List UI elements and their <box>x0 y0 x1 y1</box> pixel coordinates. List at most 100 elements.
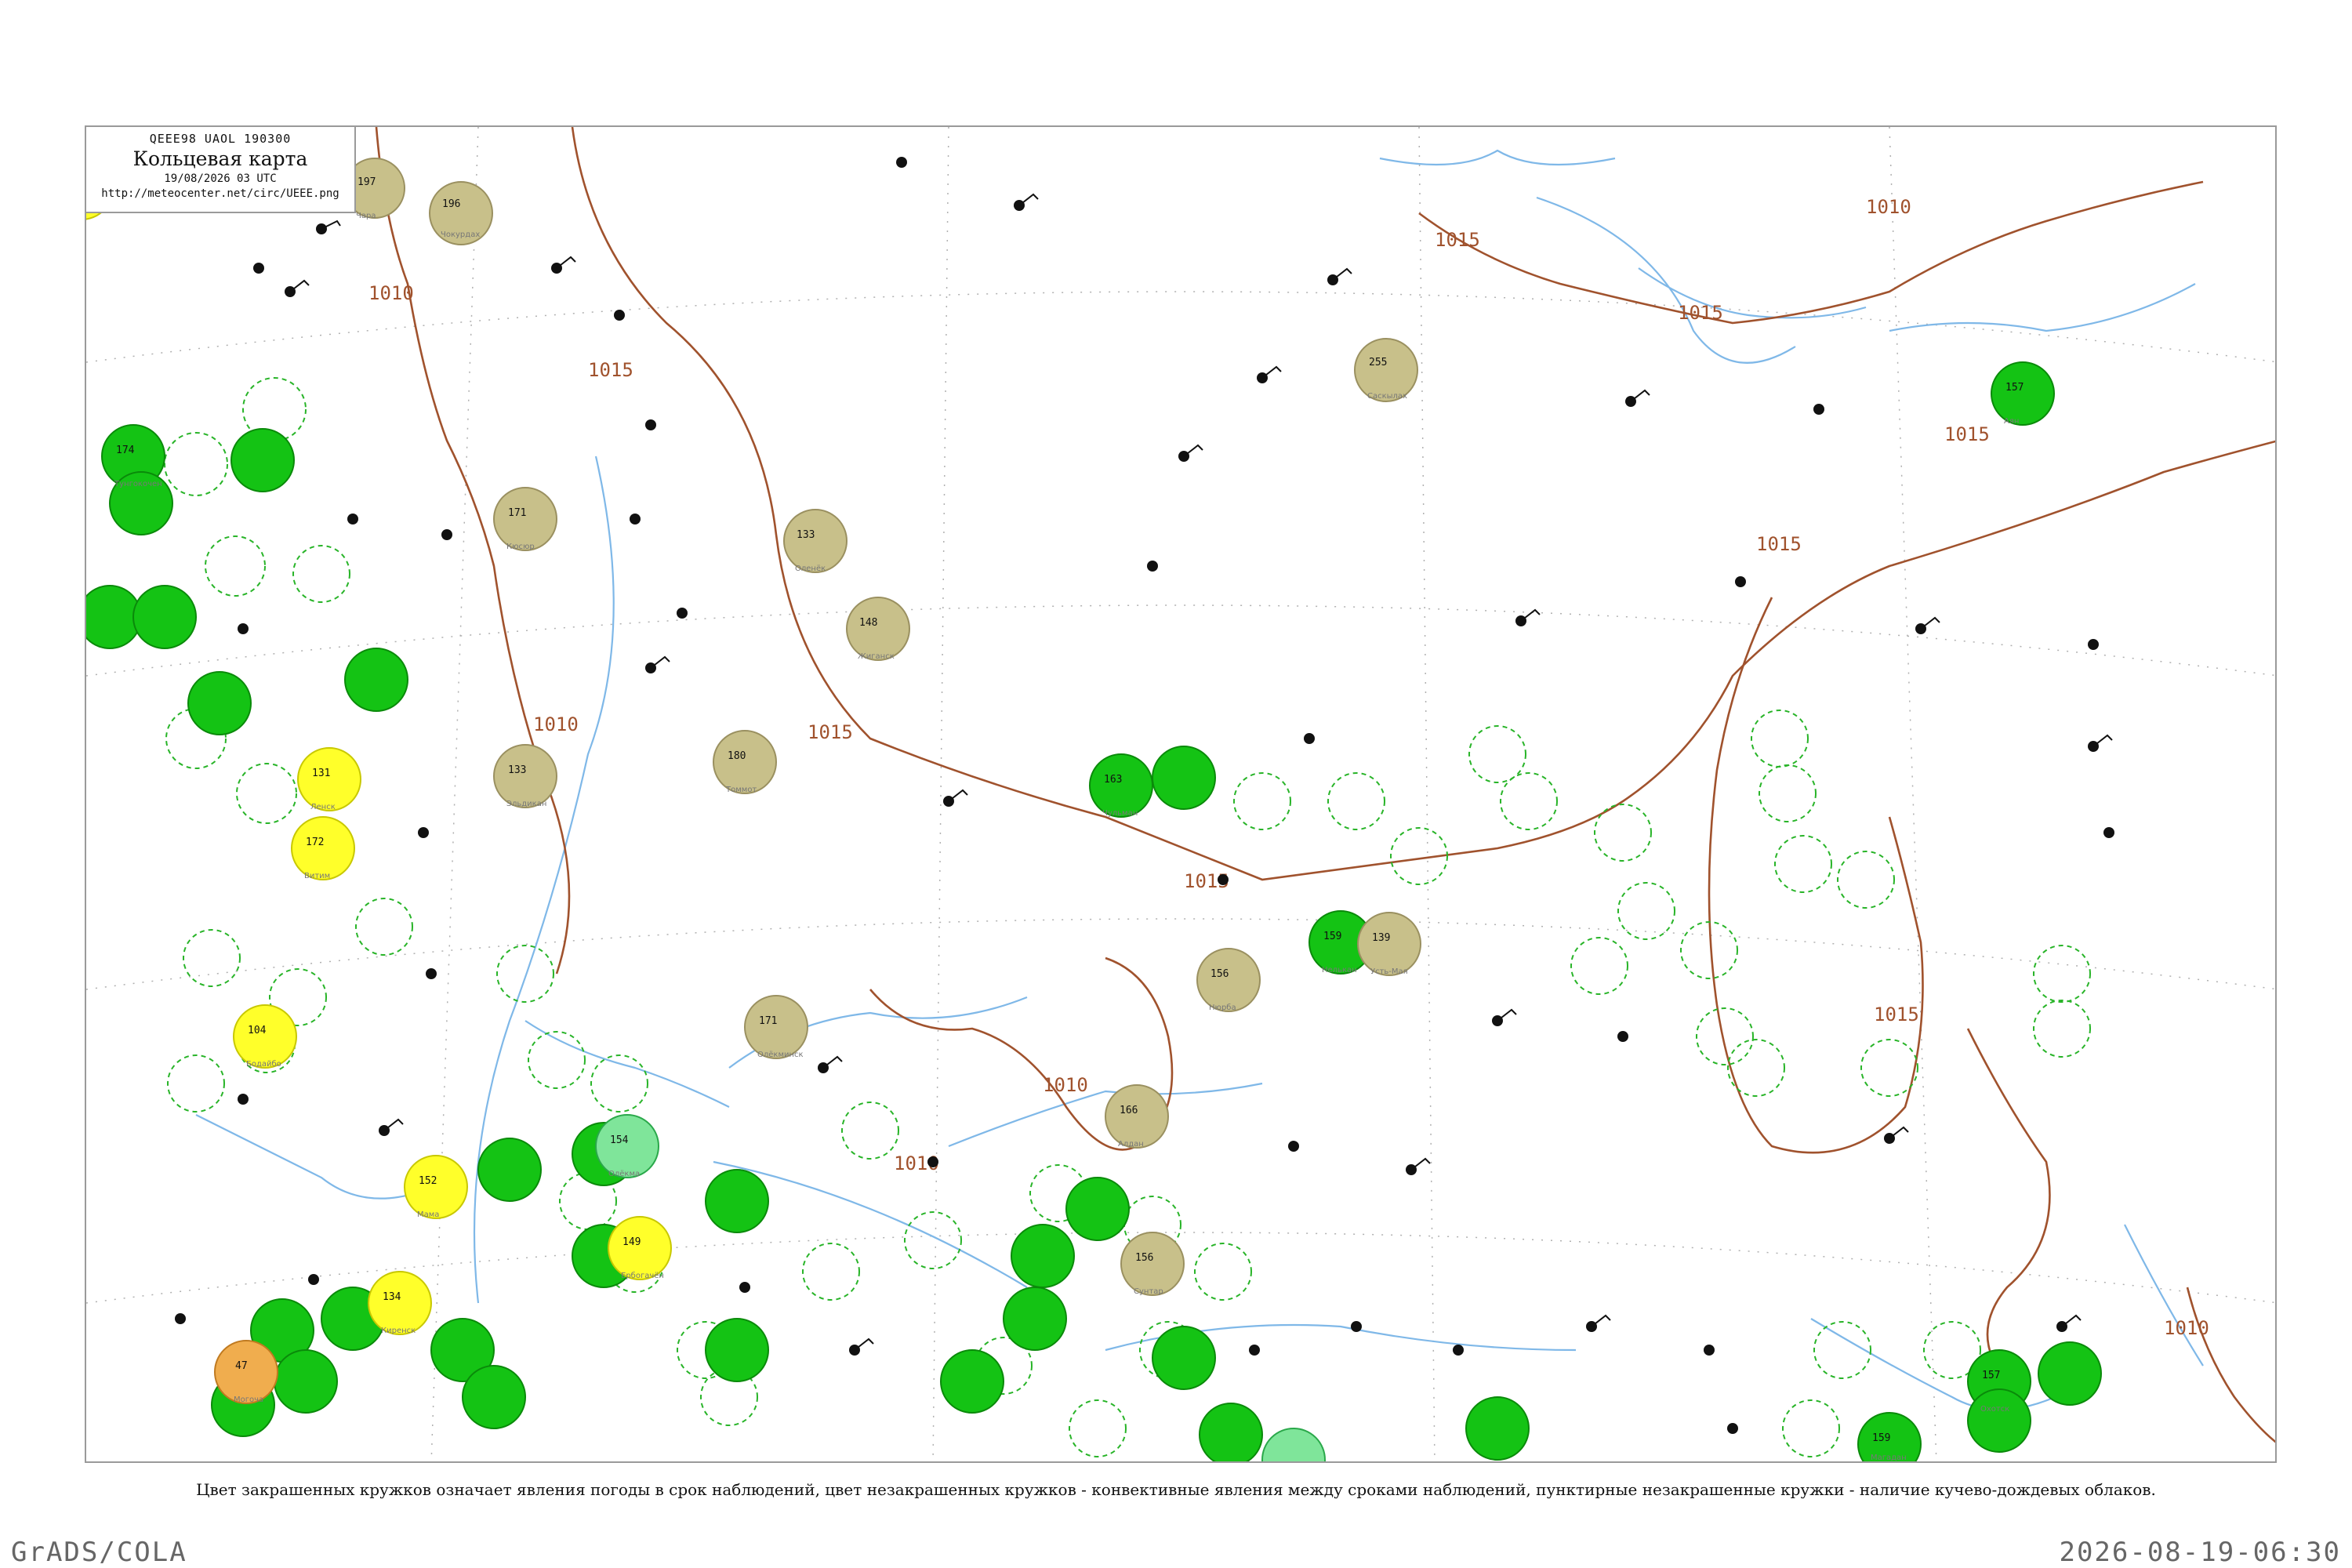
weather-circle-rain <box>1967 1388 2031 1453</box>
weather-circle-smoke <box>214 1340 278 1404</box>
station-value: 133 <box>797 529 815 541</box>
weather-circle-rain <box>940 1349 1004 1414</box>
weather-circle-fog <box>291 816 355 880</box>
station-value: 149 <box>622 1236 641 1248</box>
footer-software-credit: GrADS/COLA <box>11 1537 187 1568</box>
station-name: Алдан <box>1118 1140 1144 1149</box>
station-name: Нюрба <box>1209 1004 1236 1012</box>
map-source-url: http://meteocenter.net/circ/UEEE.png <box>101 187 339 200</box>
station-circles-smoke <box>214 1340 278 1404</box>
station-name: Олёкма <box>608 1170 640 1178</box>
station-value: 133 <box>508 764 526 776</box>
weather-circle-rain <box>1003 1287 1067 1351</box>
weather-circle-rain <box>1089 753 1153 818</box>
isobar-label: 1015 <box>1435 229 1480 251</box>
station-value: 163 <box>1104 774 1122 786</box>
station-circles-haze <box>344 158 1421 1296</box>
station-value: 134 <box>383 1291 401 1303</box>
isobar-1010-se <box>2186 1287 2275 1443</box>
station-name: Оленёк <box>795 564 826 573</box>
weather-circle-rain <box>477 1138 542 1202</box>
map-frame: 1010 1015 1015 1015 1015 1015 1015 1015 … <box>85 125 2277 1463</box>
weather-circle-haze <box>783 509 848 573</box>
isobar-label: 1015 <box>1678 302 1723 324</box>
weather-circle-rain <box>1199 1403 1263 1461</box>
station-name: Тунгокочен <box>114 480 162 488</box>
map-title: Кольцевая карта <box>132 147 308 170</box>
isobar-1015-se <box>1966 1028 2051 1382</box>
station-value: 148 <box>859 617 877 629</box>
weather-circle-fog <box>608 1216 672 1280</box>
station-name: Аян <box>2004 417 2019 426</box>
station-name: Саскылах <box>1367 392 1407 401</box>
weather-circle-haze <box>493 487 557 551</box>
station-name: Охотск <box>1980 1405 2009 1414</box>
station-name: Чульман <box>1102 809 1138 818</box>
station-value: 104 <box>248 1025 267 1036</box>
weather-circle-haze <box>846 597 910 661</box>
station-value: 172 <box>306 837 324 848</box>
station-name: Чокурдах <box>441 230 480 239</box>
weather-circle-rain <box>462 1365 526 1429</box>
isobar-label: 1015 <box>808 721 853 743</box>
isobar-label: 1015 <box>1874 1004 1919 1025</box>
isobar-label: 1015 <box>588 359 633 381</box>
isobar-label: 1010 <box>368 282 414 304</box>
station-value: 156 <box>1210 968 1229 980</box>
weather-circle-fog <box>404 1155 468 1219</box>
station-value: 156 <box>1135 1252 1153 1264</box>
station-name: Олёкминск <box>757 1051 804 1059</box>
isobar-label: 1010 <box>1866 196 1911 218</box>
station-value: 197 <box>358 176 376 188</box>
weather-circle-haze <box>493 744 557 808</box>
map-legend-caption: Цвет закрашенных кружков означает явлени… <box>196 1480 2156 1499</box>
weather-circle-haze <box>1357 912 1421 976</box>
station-name: Кюсюр <box>506 543 535 551</box>
isobar-1010-west <box>375 127 571 975</box>
isobar-label: 1010 <box>1043 1074 1088 1096</box>
weather-circle-haze <box>1105 1084 1169 1149</box>
isobar-1015-north <box>571 127 2275 881</box>
station-value: 131 <box>312 768 330 779</box>
weather-circle-rain <box>230 428 295 492</box>
station-name: Жиганск <box>858 652 895 661</box>
weather-circle-haze <box>1196 948 1261 1012</box>
station-value: 171 <box>508 507 526 519</box>
weather-circle-drizzle <box>595 1114 659 1178</box>
station-value: 171 <box>759 1015 777 1027</box>
station-name: Бодайбо <box>246 1060 281 1069</box>
station-name: Сунтар <box>1134 1287 1163 1296</box>
weather-circle-fog <box>297 747 361 811</box>
isobar-label: 1015 <box>1756 533 1802 555</box>
station-name: Киренск <box>381 1327 416 1335</box>
station-name: Ербогачён <box>621 1272 664 1280</box>
map-info-box: QEEE98 UAOL 190300 Кольцевая карта 19/08… <box>85 125 356 213</box>
station-value: 180 <box>728 750 746 762</box>
station-value: 159 <box>1872 1432 1890 1444</box>
weather-circle-haze <box>1120 1232 1185 1296</box>
weather-circle-rain <box>1991 361 2055 426</box>
station-value: 139 <box>1372 932 1390 944</box>
station-name: Ленск <box>310 803 336 811</box>
weather-circle-rain <box>274 1349 338 1414</box>
isobar-label: 1010 <box>533 713 579 735</box>
station-value: 159 <box>1323 931 1341 942</box>
station-name: Мама <box>417 1210 439 1219</box>
weather-circle-rain <box>132 585 197 649</box>
weather-circle-fog <box>233 1004 297 1069</box>
weather-circle-rain <box>1152 1326 1216 1390</box>
station-value: 255 <box>1369 357 1387 368</box>
station-value: 47 <box>235 1360 248 1372</box>
station-value: 157 <box>2005 382 2024 394</box>
weather-circle-rain <box>1152 746 1216 810</box>
isobar-label: 1015 <box>1944 423 1990 445</box>
station-value: 152 <box>419 1175 437 1187</box>
weather-circle-rain <box>1011 1224 1075 1288</box>
weather-circle-rain <box>2038 1341 2102 1406</box>
isobar-1010-east <box>1418 180 2204 325</box>
station-name: Нелькан <box>1322 966 1357 975</box>
map-canvas: 1010 1015 1015 1015 1015 1015 1015 1015 … <box>86 127 2275 1461</box>
weather-circle-drizzle <box>1261 1428 1326 1461</box>
weather-circle-rain <box>1065 1177 1130 1241</box>
station-value: 196 <box>442 198 460 210</box>
